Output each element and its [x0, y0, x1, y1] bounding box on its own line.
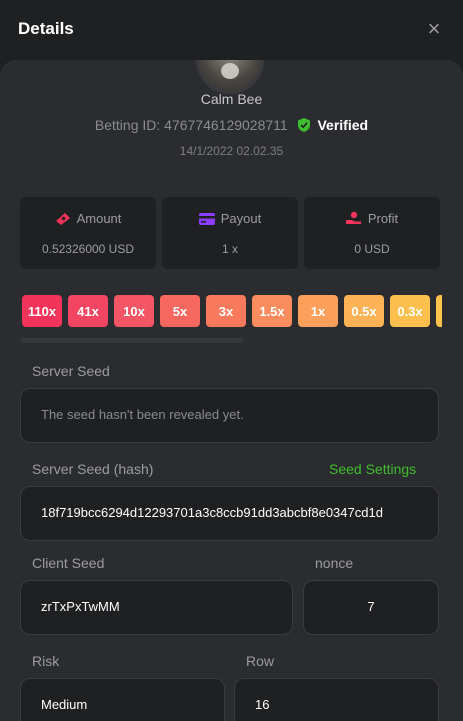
- payout-label: Payout: [220, 211, 262, 226]
- multiplier-chip: 1x: [298, 295, 338, 327]
- profit-card: Profit 0 USD: [304, 197, 440, 269]
- profit-label: Profit: [367, 211, 399, 226]
- multiplier-chip: [436, 295, 442, 327]
- row-label: Row: [246, 653, 275, 669]
- amount-card: Amount 0.52326000 USD: [20, 197, 156, 269]
- dialog-title: Details: [18, 19, 74, 38]
- username: Calm Bee: [200, 91, 263, 107]
- payout-card: Payout 1 x: [162, 197, 298, 269]
- bet-date: 14/1/2022 02.02.35: [179, 144, 284, 158]
- client-seed-label: Client Seed: [32, 555, 105, 571]
- multiplier-chip: 41x: [68, 295, 108, 327]
- server-seed-label: Server Seed: [32, 363, 110, 379]
- verified-shield-icon: [297, 118, 310, 132]
- avatar: [196, 60, 264, 94]
- server-seed-hash-label: Server Seed (hash): [32, 461, 154, 477]
- multiplier-chip: 110x: [22, 295, 62, 327]
- seed-settings-link[interactable]: Seed Settings: [329, 461, 416, 477]
- multiplier-chip: 5x: [160, 295, 200, 327]
- amount-value: 0.52326000 USD: [41, 242, 135, 256]
- betting-id: Betting ID: 4767746129028711: [94, 117, 288, 133]
- multiplier-chip: 3x: [206, 295, 246, 327]
- nonce-label: nonce: [315, 555, 354, 571]
- close-icon[interactable]: ×: [423, 18, 445, 40]
- multiplier-chip: 1.5x: [252, 295, 292, 327]
- multiplier-row[interactable]: 110x 41x 10x 5x 3x 1.5x 1x 0.5x 0.3x: [22, 295, 442, 327]
- profit-value: 0 USD: [354, 242, 390, 256]
- risk-field[interactable]: Medium: [20, 678, 225, 721]
- hand-icon: [345, 211, 361, 224]
- multiplier-scrollbar[interactable]: [20, 338, 244, 343]
- card-icon: [198, 213, 215, 225]
- nonce-field[interactable]: 7: [303, 580, 439, 635]
- risk-label: Risk: [32, 653, 60, 669]
- server-seed-field: The seed hasn't been revealed yet.: [20, 388, 439, 443]
- amount-label: Amount: [76, 211, 122, 226]
- betting-id-row: Betting ID: 4767746129028711 Verified: [0, 117, 463, 133]
- server-seed-hash-field[interactable]: 18f719bcc6294d12293701a3c8ccb91dd3abcbf8…: [20, 486, 439, 541]
- dialog-header: Details ×: [0, 0, 463, 62]
- verified-label: Verified: [317, 117, 369, 133]
- money-icon: [55, 213, 70, 225]
- details-panel: Calm Bee Betting ID: 4767746129028711 Ve…: [0, 60, 463, 721]
- multiplier-chip: 0.5x: [344, 295, 384, 327]
- row-field[interactable]: 16: [234, 678, 439, 721]
- payout-value: 1 x: [221, 242, 238, 256]
- multiplier-chip: 0.3x: [390, 295, 430, 327]
- client-seed-field[interactable]: zrTxPxTwMM: [20, 580, 293, 635]
- multiplier-chip: 10x: [114, 295, 154, 327]
